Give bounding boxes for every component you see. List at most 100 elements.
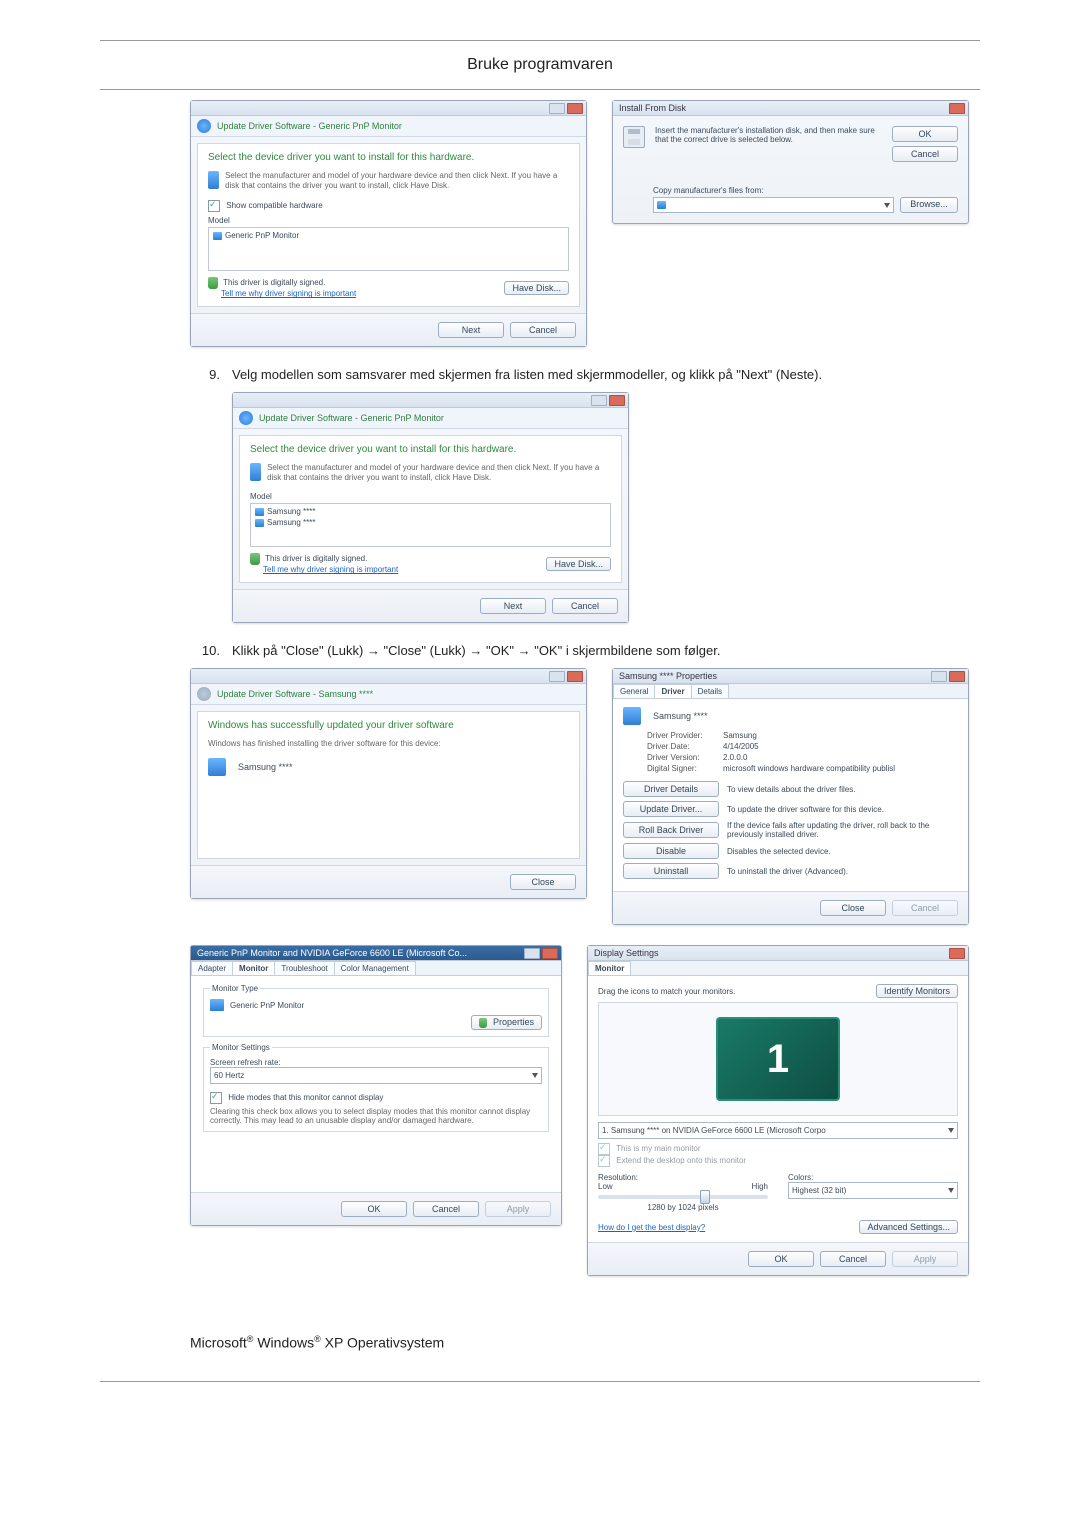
refresh-rate-select[interactable]: 60 Hertz — [210, 1067, 542, 1084]
next-button[interactable]: Next — [480, 598, 546, 614]
monitor-preview[interactable]: 1 — [716, 1017, 840, 1101]
signed-text: This driver is digitally signed. — [223, 278, 325, 287]
dialog-title: Samsung **** Properties — [619, 671, 717, 681]
ok-button[interactable]: OK — [748, 1251, 814, 1267]
path-input[interactable] — [653, 197, 894, 213]
list-item[interactable]: Generic PnP Monitor — [213, 230, 564, 241]
model-item-label: Samsung **** — [267, 517, 315, 528]
bottom-rule — [100, 1381, 980, 1382]
close-icon[interactable] — [567, 671, 583, 682]
best-display-link[interactable]: How do I get the best display? — [598, 1223, 705, 1232]
footer-os-text: Microsoft® Windows® XP Operativsystem — [0, 1334, 1080, 1351]
version-label: Driver Version: — [647, 753, 717, 762]
cancel-button[interactable]: Cancel — [552, 598, 618, 614]
apply-button: Apply — [892, 1251, 958, 1267]
success-subtext: Windows has finished installing the driv… — [208, 739, 569, 748]
cancel-button[interactable]: Cancel — [510, 322, 576, 338]
titlebar: Samsung **** Properties — [613, 669, 968, 684]
signing-link[interactable]: Tell me why driver signing is important — [221, 289, 356, 298]
model-list[interactable]: Samsung **** Samsung **** — [250, 503, 611, 547]
monitor-icon — [210, 999, 224, 1011]
hide-modes-checkbox[interactable] — [210, 1092, 222, 1104]
monitor-settings-group: Monitor Settings — [210, 1043, 272, 1052]
monitor-select[interactable]: 1. Samsung **** on NVIDIA GeForce 6600 L… — [598, 1122, 958, 1139]
ok-button[interactable]: OK — [341, 1201, 407, 1217]
disable-button[interactable]: Disable — [623, 843, 719, 859]
tab-adapter[interactable]: Adapter — [191, 961, 233, 975]
list-item[interactable]: Samsung **** — [255, 506, 606, 517]
crumb-text: Update Driver Software - Generic PnP Mon… — [217, 121, 402, 131]
back-icon[interactable] — [197, 119, 211, 133]
update-driver-wizard-2: Update Driver Software - Generic PnP Mon… — [232, 392, 629, 623]
close-icon[interactable] — [609, 395, 625, 406]
tab-monitor[interactable]: Monitor — [588, 961, 631, 975]
min-icon[interactable] — [591, 395, 607, 406]
titlebar: Display Settings — [588, 946, 968, 961]
monitor-select-value: 1. Samsung **** on NVIDIA GeForce 6600 L… — [602, 1126, 826, 1135]
extend-desktop-checkbox — [598, 1155, 610, 1167]
step-10-number: 10. — [190, 643, 220, 658]
help-icon[interactable] — [931, 671, 947, 682]
resolution-slider[interactable] — [598, 1195, 768, 1199]
back-icon[interactable] — [239, 411, 253, 425]
min-icon[interactable] — [549, 671, 565, 682]
signed-info: This driver is digitally signed. Tell me… — [250, 553, 398, 574]
compat-checkbox[interactable] — [208, 200, 220, 212]
tab-general[interactable]: General — [613, 684, 655, 698]
cancel-button[interactable]: Cancel — [820, 1251, 886, 1267]
update-driver-wizard: Update Driver Software - Generic PnP Mon… — [190, 100, 587, 347]
drive-icon — [657, 201, 666, 209]
advanced-settings-button[interactable]: Advanced Settings... — [859, 1220, 958, 1234]
tab-bar: Monitor — [588, 961, 968, 976]
close-icon[interactable] — [542, 948, 558, 959]
properties-label: Properties — [493, 1017, 534, 1027]
chevron-down-icon[interactable] — [884, 203, 890, 208]
details-desc: To view details about the driver files. — [727, 785, 958, 794]
signing-link[interactable]: Tell me why driver signing is important — [263, 565, 398, 574]
next-button[interactable]: Next — [438, 322, 504, 338]
model-header: Model — [208, 216, 569, 225]
identify-monitors-button[interactable]: Identify Monitors — [876, 984, 958, 998]
close-icon[interactable] — [567, 103, 583, 114]
tab-color-management[interactable]: Color Management — [334, 961, 416, 975]
refresh-label: Screen refresh rate: — [210, 1058, 542, 1067]
colors-value: Highest (32 bit) — [792, 1186, 846, 1195]
cancel-button[interactable]: Cancel — [413, 1201, 479, 1217]
driver-details-button[interactable]: Driver Details — [623, 781, 719, 797]
model-list[interactable]: Generic PnP Monitor — [208, 227, 569, 271]
update-driver-button[interactable]: Update Driver... — [623, 801, 719, 817]
min-icon[interactable] — [549, 103, 565, 114]
hide-modes-desc: Clearing this check box allows you to se… — [210, 1107, 542, 1125]
help-icon[interactable] — [524, 948, 540, 959]
compat-label: Show compatible hardware — [226, 201, 323, 210]
disable-desc: Disables the selected device. — [727, 847, 958, 856]
tab-driver[interactable]: Driver — [654, 684, 691, 698]
tab-monitor[interactable]: Monitor — [232, 961, 275, 975]
list-item[interactable]: Samsung **** — [255, 517, 606, 528]
model-header: Model — [250, 492, 611, 501]
properties-button[interactable]: Properties — [471, 1015, 542, 1030]
driver-icon — [208, 758, 226, 776]
tab-troubleshoot[interactable]: Troubleshoot — [274, 961, 334, 975]
dialog-title: Install From Disk — [619, 103, 686, 113]
wizard-heading: Select the device driver you want to ins… — [208, 152, 569, 163]
uninstall-button[interactable]: Uninstall — [623, 863, 719, 879]
cancel-button[interactable]: Cancel — [892, 146, 958, 162]
close-button[interactable]: Close — [820, 900, 886, 916]
slider-thumb[interactable] — [700, 1190, 710, 1204]
tab-details[interactable]: Details — [691, 684, 729, 698]
close-button[interactable]: Close — [510, 874, 576, 890]
colors-select[interactable]: Highest (32 bit) — [788, 1182, 958, 1199]
close-icon[interactable] — [949, 103, 965, 114]
have-disk-button[interactable]: Have Disk... — [504, 281, 569, 295]
ok-button[interactable]: OK — [892, 126, 958, 142]
close-icon[interactable] — [949, 948, 965, 959]
have-disk-button[interactable]: Have Disk... — [546, 557, 611, 571]
page-title: Bruke programvaren — [0, 41, 1080, 89]
close-icon[interactable] — [949, 671, 965, 682]
provider-value: Samsung — [723, 731, 757, 740]
back-icon — [197, 687, 211, 701]
provider-label: Driver Provider: — [647, 731, 717, 740]
rollback-button[interactable]: Roll Back Driver — [623, 822, 719, 838]
browse-button[interactable]: Browse... — [900, 197, 958, 213]
